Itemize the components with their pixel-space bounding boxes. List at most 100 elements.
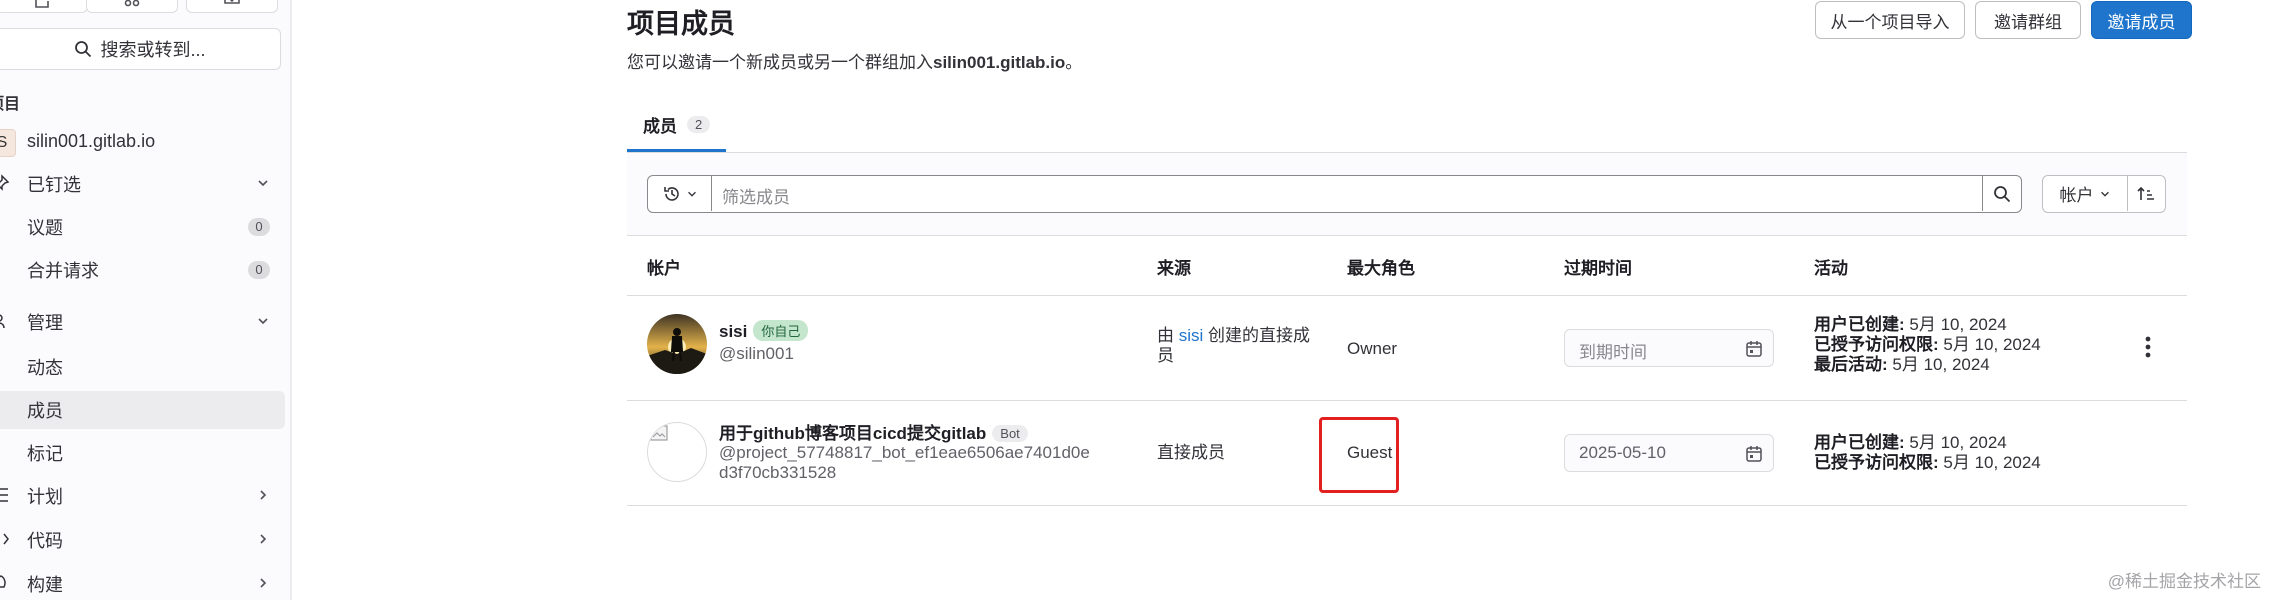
recent-searches-button[interactable]	[648, 176, 712, 211]
member-name[interactable]: sisi 你自己	[719, 320, 809, 342]
expiration-date-input[interactable]: 到期时间	[1564, 329, 1774, 367]
code-icon	[3, 533, 9, 545]
table-row: 用于github博客项目cicd提交gitlab Bot @project_577…	[627, 401, 2187, 506]
todo-button[interactable]	[186, 0, 278, 13]
tab-count-badge: 2	[687, 116, 711, 133]
activity-created: 用户已创建: 5月 10, 2024	[1814, 315, 2041, 335]
chevron-down-icon	[258, 180, 268, 187]
sidebar-top-actions	[0, 0, 290, 14]
calendar-icon	[1746, 446, 1762, 462]
role-highlight-box	[1319, 417, 1399, 493]
activity-value: 5月 10, 2024	[1909, 315, 2007, 334]
source-user-link[interactable]: sisi	[1179, 326, 1204, 345]
sidebar-item-project[interactable]: S silin001.gitlab.io	[0, 122, 285, 160]
sidebar-item-code[interactable]: 代码	[0, 521, 285, 559]
merge-requests-button[interactable]	[86, 0, 178, 13]
sidebar-item-label: 成员	[27, 401, 63, 421]
edit-icon	[35, 0, 49, 8]
activity-created: 用户已创建: 5月 10, 2024	[1814, 433, 2041, 453]
sidebar-item-plan[interactable]: 计划	[0, 477, 285, 515]
watermark: @稀土掘金技术社区	[2107, 572, 2261, 591]
activity-label: 已授予访问权限:	[1814, 453, 1939, 472]
plan-icon	[0, 488, 8, 502]
sidebar-item-labels[interactable]: 标记	[0, 434, 285, 472]
member-name[interactable]: 用于github博客项目cicd提交gitlab Bot	[719, 419, 1028, 444]
sidebar: 搜索或转到... 项目 S silin001.gitlab.io 已钉选 议题 …	[0, 0, 292, 600]
sidebar-item-pinned[interactable]: 已钉选	[0, 165, 285, 203]
member-actions-button[interactable]	[2144, 336, 2152, 363]
todo-icon	[224, 0, 240, 4]
member-role: Owner	[1347, 339, 1398, 358]
calendar-icon	[1746, 341, 1762, 357]
table-row: sisi 你自己 @silin001 由 sisi 创建的直接成员 Owner 到…	[627, 296, 2187, 401]
expiration-date-placeholder: 到期时间	[1579, 343, 1647, 362]
activity-access-granted: 已授予访问权限: 5月 10, 2024	[1814, 335, 2041, 355]
tab-label: 成员	[643, 117, 677, 136]
search-label: 搜索或转到...	[100, 40, 206, 60]
activity-last-activity: 最后活动: 5月 10, 2024	[1814, 355, 2041, 375]
member-username: @project_57748817_bot_ef1eae6506ae7401d0…	[719, 443, 1090, 483]
invite-group-button[interactable]: 邀请群组	[1975, 1, 2081, 39]
import-from-project-button[interactable]: 从一个项目导入	[1815, 1, 1965, 39]
description-text: 您可以邀请一个新成员或另一个群组加入	[627, 53, 933, 72]
username-line: d3f70cb331528	[719, 463, 837, 482]
sidebar-item-label: 议题	[27, 218, 63, 238]
sidebar-item-label: 已钉选	[27, 175, 81, 195]
sidebar-item-label: 构建	[27, 575, 63, 595]
description-suffix: 。	[1065, 53, 1083, 72]
chevron-right-icon	[260, 534, 267, 544]
page-title: 项目成员	[627, 9, 735, 39]
search-or-goto-button[interactable]: 搜索或转到...	[0, 28, 281, 70]
filter-members-input[interactable]: 筛选成员	[722, 183, 790, 208]
chevron-down-icon	[258, 318, 268, 325]
expiration-date-value: 2025-05-10	[1579, 443, 1666, 462]
sidebar-item-label: 代码	[27, 531, 63, 551]
main-content: 项目成员 您可以邀请一个新成员或另一个群组加入silin001.gitlab.i…	[292, 0, 2275, 600]
sidebar-item-activity[interactable]: 动态	[0, 348, 285, 386]
users-icon	[0, 314, 5, 329]
member-activity: 用户已创建: 5月 10, 2024 已授予访问权限: 5月 10, 2024 …	[1814, 315, 2041, 375]
sort-direction-button[interactable]	[2127, 176, 2165, 211]
user-avatar-image	[647, 314, 707, 374]
sidebar-item-members[interactable]: 成员	[0, 391, 285, 429]
expiration-date-input[interactable]: 2025-05-10	[1564, 434, 1774, 472]
more-actions-icon	[2145, 336, 2151, 358]
column-header-expiration: 过期时间	[1564, 259, 1632, 278]
sidebar-item-build[interactable]: 构建	[0, 565, 285, 600]
new-item-button[interactable]	[0, 0, 88, 13]
activity-label: 用户已创建:	[1814, 315, 1905, 334]
project-avatar: S	[0, 129, 16, 157]
activity-label: 已授予访问权限:	[1814, 335, 1939, 354]
activity-value: 5月 10, 2024	[1943, 453, 2041, 472]
activity-label: 最后活动:	[1814, 355, 1888, 374]
avatar[interactable]	[647, 422, 707, 482]
member-username: @silin001	[719, 344, 794, 363]
sort-field-dropdown[interactable]: 帐户	[2043, 176, 2128, 211]
search-icon	[1994, 185, 2011, 202]
sidebar-item-issues[interactable]: 议题 0	[0, 208, 285, 246]
avatar[interactable]	[647, 314, 707, 374]
sidebar-item-label: 动态	[27, 358, 63, 378]
you-badge: 你自己	[753, 320, 809, 341]
member-name-text: 用于github博客项目cicd提交gitlab	[719, 424, 987, 443]
filter-search-button[interactable]	[1982, 176, 2021, 211]
issues-count-badge: 0	[248, 218, 270, 236]
tab-members[interactable]: 成员 2	[627, 100, 727, 152]
sidebar-item-manage[interactable]: 管理	[0, 303, 285, 341]
rocket-icon	[0, 575, 6, 588]
project-name: silin001.gitlab.io	[27, 130, 156, 151]
members-tabs: 成员 2	[627, 100, 2187, 153]
history-icon	[663, 186, 679, 201]
merge-requests-count-badge: 0	[248, 261, 270, 279]
filter-bar: 筛选成员 帐户	[627, 153, 2187, 236]
page-description: 您可以邀请一个新成员或另一个群组加入silin001.gitlab.io。	[627, 48, 1082, 73]
invite-members-button[interactable]: 邀请成员	[2091, 1, 2192, 39]
username-line: @project_57748817_bot_ef1eae6506ae7401d0…	[719, 443, 1090, 462]
activity-access-granted: 已授予访问权限: 5月 10, 2024	[1814, 453, 2041, 473]
search-icon	[75, 41, 92, 58]
chevron-down-icon	[687, 191, 696, 197]
column-header-max-role: 最大角色	[1347, 259, 1415, 278]
sidebar-item-merge-requests[interactable]: 合并请求 0	[0, 251, 285, 289]
column-header-source: 来源	[1157, 259, 1191, 278]
sort-control: 帐户	[2042, 175, 2166, 213]
